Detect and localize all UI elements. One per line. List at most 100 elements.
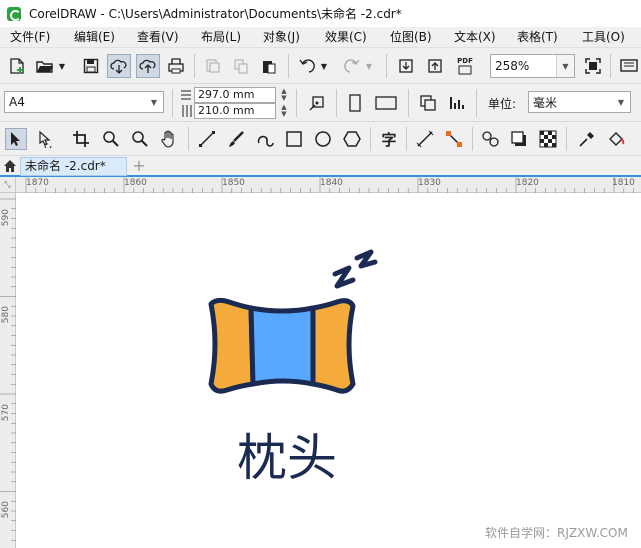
- copy-icon[interactable]: [230, 55, 252, 77]
- redo-icon[interactable]: [341, 55, 363, 77]
- toolbar-separator: [194, 54, 195, 78]
- display-options-icon[interactable]: [618, 55, 640, 77]
- chevron-down-icon[interactable]: ▼: [612, 92, 630, 112]
- crop-tool-icon[interactable]: [70, 128, 92, 150]
- pick-tool-icon[interactable]: [5, 128, 27, 150]
- document-tab[interactable]: 未命名 -2.cdr*: [20, 157, 127, 176]
- new-document-icon[interactable]: [6, 55, 28, 77]
- freehand-tool-icon[interactable]: [196, 128, 218, 150]
- ruler-label: 1840: [320, 178, 343, 188]
- toolbar-separator: [476, 89, 477, 117]
- ellipse-tool-icon[interactable]: [312, 128, 334, 150]
- undo-icon[interactable]: [296, 55, 318, 77]
- eyedropper-icon[interactable]: [576, 128, 598, 150]
- landscape-orientation-icon[interactable]: [373, 92, 399, 114]
- zoom-level-combo[interactable]: 258% ▼: [490, 54, 575, 78]
- page-size-value: A4: [9, 95, 25, 109]
- ruler-label: 590: [1, 209, 11, 227]
- menu-file[interactable]: 文件(F): [10, 27, 50, 48]
- blend-tool-icon[interactable]: [480, 128, 502, 150]
- pdf-label: PDF: [457, 57, 473, 65]
- transparency-tool-icon[interactable]: [537, 128, 559, 150]
- page-height-input[interactable]: 210.0 mm: [194, 103, 276, 119]
- menu-effects[interactable]: 效果(C): [325, 27, 367, 48]
- artistic-media-icon[interactable]: [225, 128, 247, 150]
- page-width-value: 297.0 mm: [198, 88, 255, 101]
- property-bar: A4 ▼ 297.0 mm ▲ ▼ 210.0 mm ▲ ▼ 单位: 毫米 ▼: [0, 84, 641, 122]
- redo-dropdown-chevron-icon[interactable]: ▼: [363, 55, 375, 77]
- shape-tool-icon[interactable]: [34, 128, 56, 150]
- full-screen-icon[interactable]: [582, 55, 604, 77]
- units-combo[interactable]: 毫米 ▼: [528, 91, 631, 113]
- page-width-spinner[interactable]: ▲ ▼: [278, 87, 290, 103]
- current-page-icon[interactable]: [446, 92, 468, 114]
- pan-hand-icon[interactable]: [158, 128, 180, 150]
- page-width-input[interactable]: 297.0 mm: [194, 87, 276, 103]
- publish-pdf-icon[interactable]: PDF: [453, 54, 477, 78]
- toolbar-separator: [566, 127, 567, 151]
- page-height-value: 210.0 mm: [198, 104, 255, 117]
- page-size-combo[interactable]: A4 ▼: [4, 91, 164, 113]
- all-pages-icon[interactable]: [417, 92, 439, 114]
- toolbar-separator: [408, 89, 409, 117]
- window-title: CorelDRAW - C:\Users\Administrator\Docum…: [29, 7, 402, 21]
- menu-bitmaps[interactable]: 位图(B): [390, 27, 432, 48]
- drop-shadow-icon[interactable]: [508, 128, 530, 150]
- menu-layout[interactable]: 布局(L): [201, 27, 241, 48]
- toolbox: 字: [0, 122, 641, 156]
- open-dropdown-chevron-icon[interactable]: ▼: [56, 55, 68, 77]
- document-tab-bar: 未命名 -2.cdr* +: [0, 156, 641, 177]
- ruler-label: 580: [1, 306, 11, 324]
- export-icon[interactable]: [424, 55, 446, 77]
- menu-text[interactable]: 文本(X): [454, 27, 496, 48]
- units-value: 毫米: [533, 95, 558, 110]
- ruler-label: 1850: [222, 178, 245, 188]
- toolbar-separator: [472, 127, 473, 151]
- transform-origin-icon[interactable]: [306, 92, 328, 114]
- connector-tool-icon[interactable]: [443, 128, 465, 150]
- toolbar-separator: [610, 54, 611, 78]
- save-icon[interactable]: [80, 55, 102, 77]
- toolbar-separator: [296, 89, 297, 117]
- polygon-tool-icon[interactable]: [341, 128, 363, 150]
- chevron-down-icon[interactable]: ▼: [556, 55, 574, 77]
- smart-drawing-icon[interactable]: [254, 128, 276, 150]
- cloud-upload-icon[interactable]: [136, 54, 160, 78]
- menu-edit[interactable]: 编辑(E): [74, 27, 115, 48]
- print-icon[interactable]: [165, 55, 187, 77]
- standard-toolbar: ▼ ▼ ▼ PDF 258% ▼: [0, 48, 641, 84]
- undo-dropdown-chevron-icon[interactable]: ▼: [318, 55, 330, 77]
- horizontal-ruler[interactable]: 1870 1860 1850 1840 1830 1820 1810: [16, 177, 641, 193]
- rectangle-tool-icon[interactable]: [283, 128, 305, 150]
- menu-view[interactable]: 查看(V): [137, 27, 179, 48]
- zoom-tool-icon[interactable]: [100, 128, 122, 150]
- menu-object[interactable]: 对象(J): [263, 27, 300, 48]
- search-icon[interactable]: [129, 128, 151, 150]
- menu-table[interactable]: 表格(T): [517, 27, 558, 48]
- watermark-text: 软件自学网：RJZXW.COM: [485, 526, 628, 540]
- vertical-ruler[interactable]: 590 580 570 560: [0, 193, 16, 548]
- chevron-down-icon[interactable]: ▼: [145, 92, 163, 112]
- paste-icon[interactable]: [258, 55, 280, 77]
- ruler-origin[interactable]: ⤡: [0, 177, 16, 193]
- cloud-download-icon[interactable]: [107, 54, 131, 78]
- open-folder-icon[interactable]: [34, 55, 56, 77]
- parallel-dimension-icon[interactable]: [414, 128, 436, 150]
- toolbar-separator: [406, 127, 407, 151]
- page-height-icon: [180, 104, 192, 118]
- cut-icon[interactable]: [202, 55, 224, 77]
- drawing-canvas[interactable]: 枕头 软件自学网：RJZXW.COM: [17, 194, 641, 548]
- ruler-label: 1860: [124, 178, 147, 188]
- interactive-fill-icon[interactable]: [605, 128, 627, 150]
- add-tab-button[interactable]: +: [131, 156, 147, 176]
- menu-tools[interactable]: 工具(O): [582, 27, 625, 48]
- portrait-orientation-icon[interactable]: [344, 92, 366, 114]
- pillow-title-text[interactable]: 枕头: [237, 418, 337, 490]
- page-height-spinner[interactable]: ▲ ▼: [278, 103, 290, 119]
- import-icon[interactable]: [395, 55, 417, 77]
- home-icon[interactable]: [3, 159, 17, 173]
- toolbar-separator: [336, 89, 337, 117]
- pillow-illustration[interactable]: [17, 194, 641, 548]
- text-tool-icon[interactable]: 字: [378, 128, 400, 150]
- title-bar: CorelDRAW - C:\Users\Administrator\Docum…: [0, 0, 641, 27]
